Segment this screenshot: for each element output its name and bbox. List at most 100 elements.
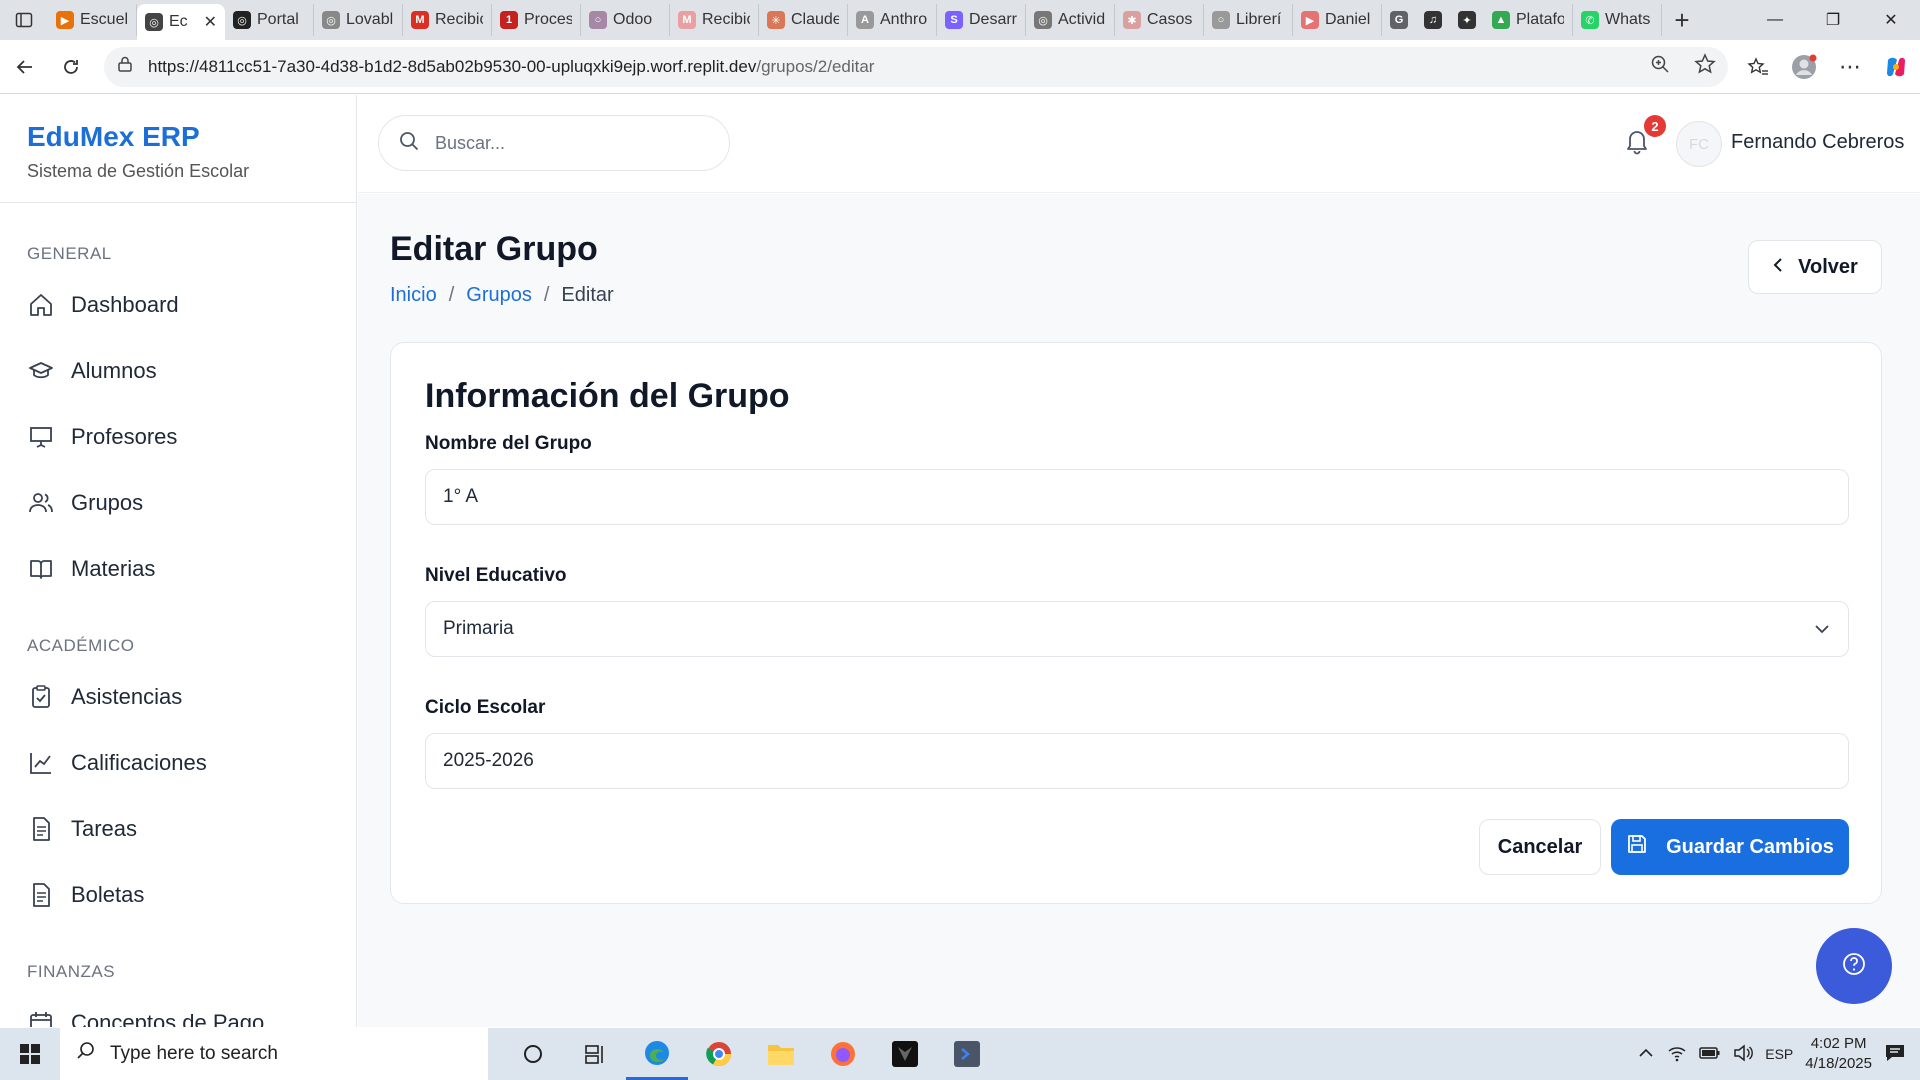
tab-title: Lovabl [346,11,394,28]
favorite-star-icon[interactable] [1694,53,1716,80]
notifications-center-icon[interactable] [1884,1043,1906,1066]
zoom-icon[interactable] [1650,54,1670,79]
browser-tab[interactable]: ✱ Casos [1115,4,1204,36]
battery-icon[interactable] [1699,1046,1721,1063]
tab-favicon-icon: S [945,11,963,29]
save-changes-button[interactable]: Guardar Cambios [1611,819,1849,875]
help-button[interactable] [1816,928,1892,1004]
sidebar-item-alumnos[interactable]: Alumnos [0,338,356,404]
taskbar-search[interactable]: Type here to search [60,1028,488,1080]
browser-tab[interactable]: ✳ Claude [759,4,848,36]
sidebar-item-boletas[interactable]: Boletas [0,862,356,928]
copilot-icon[interactable] [1880,51,1912,83]
taskbar-search-placeholder: Type here to search [110,1043,278,1064]
education-level-select[interactable]: Primaria [425,601,1849,657]
sidebar-item-asistencias[interactable]: Asistencias [0,664,356,730]
tab-favicon-icon: ▶ [56,11,74,29]
task-view-icon[interactable] [564,1028,626,1080]
favorites-icon[interactable] [1742,51,1774,83]
browser-tab[interactable]: A Anthro [848,4,937,36]
cancel-button[interactable]: Cancelar [1479,819,1601,875]
tab-title: Librerí [1236,11,1282,28]
edge-browser-icon[interactable] [626,1028,688,1080]
sidebar-item-label: Asistencias [71,684,183,709]
tab-close-icon[interactable]: ✕ [204,12,217,32]
breadcrumb-grupos[interactable]: Grupos [466,284,532,307]
predator-app-icon[interactable] [874,1028,936,1080]
clipboard-check-icon [27,683,55,711]
browser-tab[interactable]: ○ Librerí [1204,4,1293,36]
cortana-icon[interactable] [502,1028,564,1080]
school-cycle-field[interactable]: 2025-2026 [425,733,1849,789]
browser-tab[interactable]: M Recibic [403,4,492,36]
browser-tab[interactable]: G [1382,4,1416,36]
browser-tab[interactable]: ◎ Lovabl [314,4,403,36]
sidebar-item-dashboard[interactable]: Dashboard [0,272,356,338]
brand: EduMex ERP Sistema de Gestión Escolar [0,95,356,203]
reload-icon[interactable] [48,44,94,90]
avatar[interactable]: FC [1676,121,1722,167]
browser-tab[interactable]: ♫ [1416,4,1450,36]
browser-tab[interactable]: S Desarr [937,4,1026,36]
chrome-icon[interactable] [688,1028,750,1080]
powershell-icon[interactable] [936,1028,998,1080]
tab-title: Claude [791,11,839,28]
section-label-general: GENERAL [27,244,112,263]
section-label-academico: ACADÉMICO [27,636,135,655]
sidebar-item-label: Materias [71,556,156,581]
sidebar-item-conceptos-pago[interactable]: Conceptos de Pago [0,990,356,1027]
browser-tab[interactable]: ▲ Platafo [1484,4,1573,36]
browser-tab[interactable]: ✆ Whats [1573,4,1662,36]
browser-tab[interactable]: ◎ Activid [1026,4,1115,36]
wifi-icon[interactable] [1667,1044,1687,1065]
group-name-field[interactable]: 1° A [425,469,1849,525]
browser-tab[interactable]: ◎ Ec ✕ [137,4,225,40]
browser-tab[interactable]: M Recibic [670,4,759,36]
browser-tab[interactable]: ○ Odoo [581,4,670,36]
restore-button[interactable]: ❐ [1804,0,1862,40]
sidebar-item-profesores[interactable]: Profesores [0,404,356,470]
minimize-button[interactable]: — [1746,0,1804,40]
url-field[interactable]: https://4811cc51-7a30-4d38-b1d2-8d5ab02b… [104,46,1728,87]
notifications-badge: 2 [1644,115,1666,137]
tab-title: Casos [1147,11,1193,28]
browser-tab[interactable]: ▶ Escuela [48,4,137,36]
volume-icon[interactable] [1733,1043,1754,1065]
line-chart-icon [27,749,55,777]
windows-start-icon[interactable] [0,1028,60,1080]
school-cycle-value: 2025-2026 [443,750,534,771]
tab-favicon-icon: ○ [589,11,607,29]
system-clock[interactable]: 4:02 PM 4/18/2025 [1805,1034,1872,1074]
back-button[interactable]: Volver [1748,240,1882,294]
tab-actions-icon[interactable] [0,0,48,40]
brand-name[interactable]: EduMex ERP [27,121,356,153]
browser-tab[interactable]: ✦ [1450,4,1484,36]
sidebar-item-tareas[interactable]: Tareas [0,796,356,862]
clock-time: 4:02 PM [1810,1035,1867,1052]
user-name[interactable]: Fernando Cebreros [1731,131,1904,154]
breadcrumb-separator: / [543,284,550,306]
back-arrow-icon[interactable] [2,44,48,90]
more-menu-icon[interactable]: ⋯ [1834,51,1866,83]
browser-tab[interactable]: ◎ Portal [225,4,314,36]
tab-title: Ec [169,13,188,30]
browser-tab[interactable]: ▶ Daniel [1293,4,1382,36]
sidebar-item-materias[interactable]: Materias [0,536,356,602]
tab-title: Recibic [435,11,483,28]
tab-title: Escuela [80,11,128,28]
card-title: Información del Grupo [425,377,790,415]
sidebar-item-grupos[interactable]: Grupos [0,470,356,536]
browser-tab[interactable]: 1 Proces [492,4,581,36]
close-window-button[interactable]: ✕ [1862,0,1920,40]
site-info-icon[interactable] [116,55,134,78]
firefox-icon[interactable] [812,1028,874,1080]
new-tab-button[interactable]: + [1662,0,1702,40]
sidebar-item-calificaciones[interactable]: Calificaciones [0,730,356,796]
chevron-up-icon[interactable] [1637,1046,1655,1063]
search-box[interactable] [378,115,730,171]
input-language[interactable]: ESP [1765,1046,1793,1062]
breadcrumb-home[interactable]: Inicio [390,284,437,307]
file-explorer-icon[interactable] [750,1028,812,1080]
search-input[interactable] [435,132,695,154]
profile-icon[interactable] [1788,51,1820,83]
